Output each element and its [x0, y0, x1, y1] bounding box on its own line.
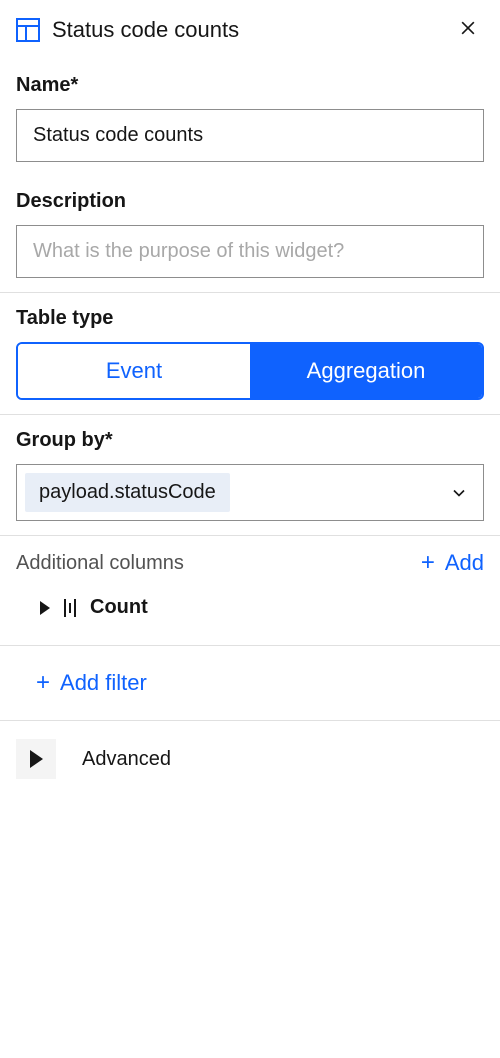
name-input[interactable] [16, 109, 484, 162]
description-input[interactable] [16, 225, 484, 278]
chevron-down-icon [449, 483, 469, 503]
advanced-expand-button[interactable] [16, 739, 56, 779]
caret-right-icon [40, 601, 50, 615]
add-column-label: Add [445, 550, 484, 576]
add-column-button[interactable]: + Add [421, 550, 484, 576]
plus-icon: + [36, 671, 50, 695]
group-by-label: Group by* [16, 429, 484, 452]
column-name: Count [90, 596, 148, 619]
table-type-event[interactable]: Event [18, 344, 250, 398]
table-type-aggregation[interactable]: Aggregation [250, 344, 482, 398]
add-filter-label: Add filter [60, 670, 147, 696]
table-type-label: Table type [16, 307, 484, 330]
bars-icon [64, 599, 76, 617]
close-icon [458, 18, 478, 38]
additional-columns-label: Additional columns [16, 552, 184, 575]
column-row[interactable]: Count [0, 586, 500, 645]
panel-title: Status code counts [52, 17, 440, 43]
group-by-select[interactable]: payload.statusCode [16, 464, 484, 521]
advanced-label: Advanced [82, 748, 171, 771]
group-by-chip: payload.statusCode [25, 473, 230, 512]
close-button[interactable] [452, 12, 484, 48]
add-filter-button[interactable]: + Add filter [36, 670, 147, 696]
table-type-segmented: Event Aggregation [16, 342, 484, 400]
description-label: Description [16, 190, 484, 213]
plus-icon: + [421, 551, 435, 575]
caret-right-icon [30, 750, 43, 768]
name-label: Name* [16, 74, 484, 97]
table-icon [16, 18, 40, 42]
